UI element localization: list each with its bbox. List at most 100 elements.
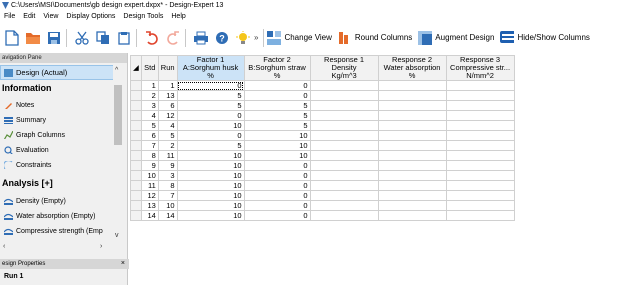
paste-button[interactable]: [116, 30, 132, 46]
cell-response-3[interactable]: [445, 200, 515, 211]
cell-std[interactable]: 2: [140, 90, 159, 101]
cell-response-1[interactable]: [309, 160, 379, 171]
cell-response-1[interactable]: [309, 140, 379, 151]
cell-response-3[interactable]: [445, 100, 515, 111]
cell-factor-1[interactable]: 10: [176, 150, 245, 161]
row-selector[interactable]: [130, 130, 142, 141]
cell-response-1[interactable]: [309, 90, 379, 101]
close-icon[interactable]: ×: [121, 259, 125, 269]
tip-button[interactable]: [235, 30, 251, 46]
cell-response-2[interactable]: [377, 180, 447, 191]
cell-run[interactable]: 4: [157, 120, 178, 131]
row-selector[interactable]: [130, 90, 142, 101]
cell-factor-2[interactable]: 0: [243, 160, 311, 171]
change-view-button[interactable]: Change View: [267, 30, 332, 45]
cell-factor-2[interactable]: 0: [243, 210, 311, 221]
table-row[interactable]: 4 12 0 5: [130, 110, 515, 121]
cell-run[interactable]: 11: [157, 150, 178, 161]
cell-response-1[interactable]: [309, 190, 379, 201]
cell-response-2[interactable]: [377, 160, 447, 171]
cell-response-1[interactable]: [309, 110, 379, 121]
new-file-button[interactable]: [4, 29, 20, 46]
cell-response-2[interactable]: [377, 80, 447, 91]
cell-factor-2[interactable]: 10: [243, 140, 311, 151]
cell-run[interactable]: 7: [157, 190, 178, 201]
scroll-up-icon[interactable]: ^: [115, 67, 118, 74]
table-row[interactable]: 10 3 10 0: [130, 170, 515, 181]
table-row[interactable]: 12 7 10 0: [130, 190, 515, 201]
undo-button[interactable]: [144, 30, 160, 46]
cell-factor-2[interactable]: 0: [243, 170, 311, 181]
nav-item-summary[interactable]: Summary: [4, 116, 46, 124]
cell-std[interactable]: 14: [140, 210, 159, 221]
nav-scroll-thumb[interactable]: [114, 85, 122, 145]
nav-item-constraints[interactable]: Constraints: [4, 161, 51, 169]
cell-response-1[interactable]: [309, 120, 379, 131]
cell-run[interactable]: 8: [157, 180, 178, 191]
menu-view[interactable]: View: [39, 13, 62, 20]
cell-factor-1[interactable]: 10: [176, 190, 245, 201]
scroll-right-icon[interactable]: ›: [100, 243, 102, 250]
cell-factor-1[interactable]: 0: [176, 80, 245, 91]
cell-std[interactable]: 6: [140, 130, 159, 141]
cell-factor-2[interactable]: 5: [243, 100, 311, 111]
cell-response-3[interactable]: [445, 90, 515, 101]
cell-response-2[interactable]: [377, 150, 447, 161]
cell-factor-1[interactable]: 10: [176, 200, 245, 211]
cell-response-2[interactable]: [377, 130, 447, 141]
cell-std[interactable]: 1: [140, 80, 159, 91]
cell-response-3[interactable]: [445, 180, 515, 191]
cell-factor-2[interactable]: 5: [243, 110, 311, 121]
table-row[interactable]: 5 4 10 5: [130, 120, 515, 131]
cell-response-3[interactable]: [445, 170, 515, 181]
design-actual-item[interactable]: Design (Actual): [0, 65, 114, 80]
table-row[interactable]: 14 14 10 0: [130, 210, 515, 221]
cell-response-2[interactable]: [377, 90, 447, 101]
menu-display-options[interactable]: Display Options: [62, 13, 119, 20]
cell-factor-2[interactable]: 5: [243, 120, 311, 131]
table-row[interactable]: 7 2 5 10: [130, 140, 515, 151]
run-property-row[interactable]: Run 1: [0, 271, 131, 283]
cell-response-3[interactable]: [445, 190, 515, 201]
cell-factor-2[interactable]: 0: [243, 80, 311, 91]
cell-factor-2[interactable]: 0: [243, 180, 311, 191]
cell-std[interactable]: 7: [140, 140, 159, 151]
cell-response-3[interactable]: [445, 140, 515, 151]
nav-item-evaluation[interactable]: Evaluation: [4, 146, 49, 154]
cell-response-1[interactable]: [309, 100, 379, 111]
open-file-button[interactable]: [25, 30, 41, 46]
cell-response-2[interactable]: [377, 140, 447, 151]
menu-file[interactable]: File: [0, 13, 19, 20]
scroll-down-icon[interactable]: v: [115, 232, 119, 239]
cell-std[interactable]: 4: [140, 110, 159, 121]
cell-response-2[interactable]: [377, 170, 447, 181]
help-button[interactable]: ?: [214, 30, 230, 46]
cell-response-2[interactable]: [377, 120, 447, 131]
row-selector[interactable]: [130, 120, 142, 131]
cell-factor-2[interactable]: 0: [243, 200, 311, 211]
nav-item-notes[interactable]: Notes: [4, 101, 34, 109]
cell-factor-2[interactable]: 0: [243, 90, 311, 101]
row-selector[interactable]: [130, 190, 142, 201]
cell-factor-1[interactable]: 5: [176, 90, 245, 101]
row-selector[interactable]: [130, 140, 142, 151]
cell-response-3[interactable]: [445, 150, 515, 161]
round-columns-button[interactable]: Round Columns: [338, 31, 412, 45]
row-selector[interactable]: [130, 180, 142, 191]
cell-response-2[interactable]: [377, 100, 447, 111]
augment-design-button[interactable]: Augment Design: [418, 30, 494, 45]
cell-run[interactable]: 14: [157, 210, 178, 221]
cell-response-3[interactable]: [445, 110, 515, 121]
cell-factor-2[interactable]: 10: [243, 150, 311, 161]
cell-response-3[interactable]: [445, 210, 515, 221]
cell-response-1[interactable]: [309, 170, 379, 181]
cell-std[interactable]: 9: [140, 160, 159, 171]
cell-response-2[interactable]: [377, 210, 447, 221]
cell-std[interactable]: 12: [140, 190, 159, 201]
cell-response-3[interactable]: [445, 160, 515, 171]
cell-std[interactable]: 8: [140, 150, 159, 161]
cell-response-3[interactable]: [445, 120, 515, 131]
cell-std[interactable]: 10: [140, 170, 159, 181]
cell-std[interactable]: 5: [140, 120, 159, 131]
cell-std[interactable]: 11: [140, 180, 159, 191]
